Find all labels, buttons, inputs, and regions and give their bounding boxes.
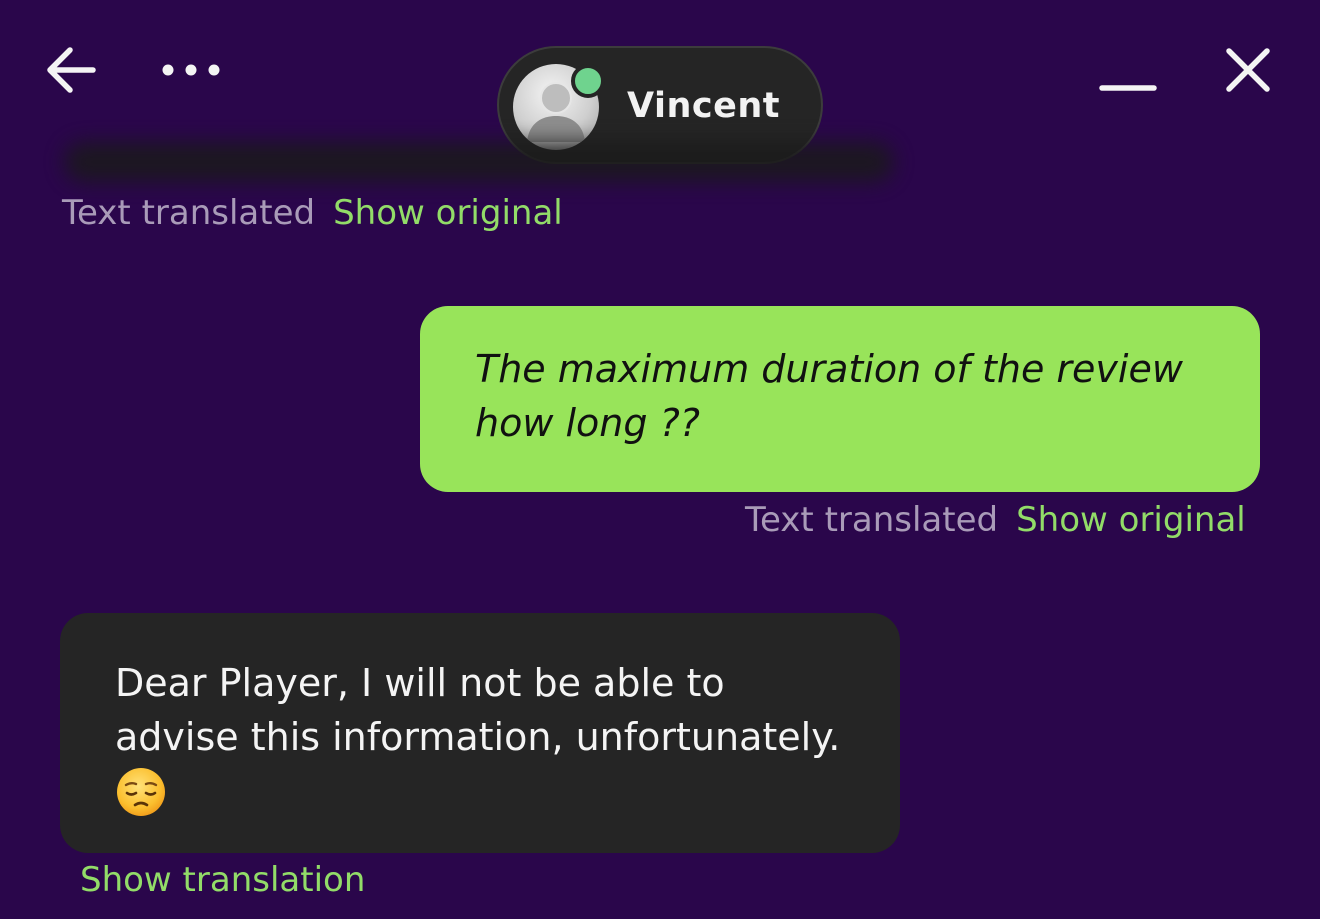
message-text: The maximum duration of the review how l…: [475, 347, 1183, 445]
translation-status: Text translated: [62, 193, 316, 233]
show-original-link[interactable]: Show original: [1016, 500, 1246, 540]
contact-name: Vincent: [627, 86, 781, 126]
translation-meta: Text translated Show original: [62, 192, 563, 234]
ellipsis-icon[interactable]: [156, 56, 226, 84]
show-translation-link[interactable]: Show translation: [80, 860, 365, 900]
show-original-link[interactable]: Show original: [333, 193, 563, 233]
outgoing-message-bubble[interactable]: The maximum duration of the review how l…: [420, 306, 1260, 492]
translation-meta: Show translation: [80, 859, 365, 901]
online-status-dot: [571, 64, 605, 98]
message-text: Dear Player, I will not be able to advis…: [115, 661, 841, 759]
minimize-icon[interactable]: [1098, 72, 1158, 102]
translation-meta: Text translated Show original: [745, 499, 1246, 541]
obscured-message-text: [64, 142, 894, 182]
pensive-face-emoji-icon: [117, 768, 165, 816]
arrow-left-icon[interactable]: [44, 44, 98, 96]
close-icon[interactable]: [1222, 44, 1274, 96]
incoming-message-bubble[interactable]: Dear Player, I will not be able to advis…: [60, 613, 900, 853]
translation-status: Text translated: [745, 500, 999, 540]
chat-screen: Vincent Text translated Show original The…: [0, 0, 1320, 919]
